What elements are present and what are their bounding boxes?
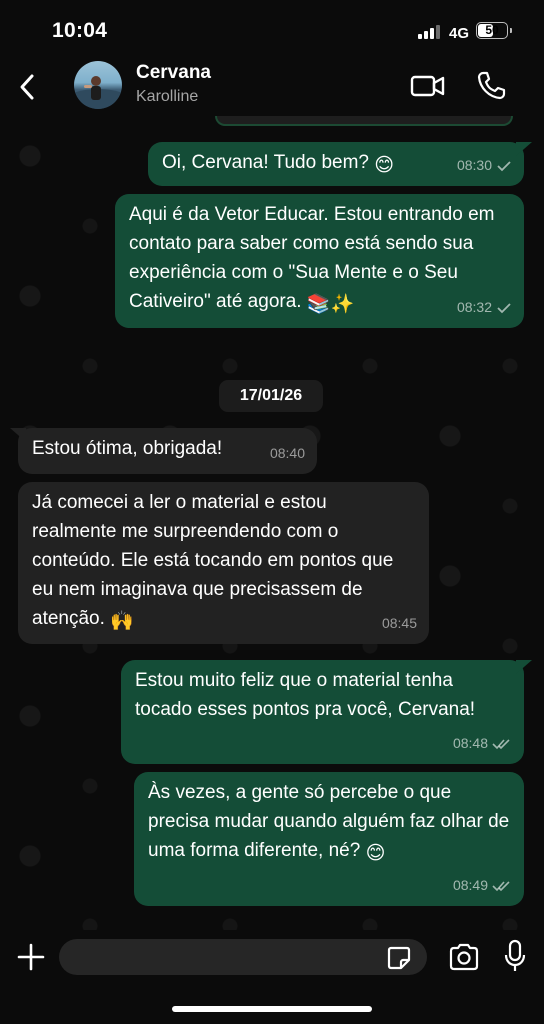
message-outgoing[interactable]: Às vezes, a gente só percebe o que preci…	[134, 772, 524, 906]
microphone-icon[interactable]	[504, 939, 526, 973]
camera-icon[interactable]	[448, 942, 480, 972]
message-meta: 08:48	[453, 729, 512, 758]
chat-header: Cervana Karolline	[0, 58, 544, 116]
message-incoming[interactable]: Já comecei a ler o material e estou real…	[18, 482, 429, 644]
emoji: 😊	[365, 843, 386, 864]
message-meta: 08:49	[453, 871, 512, 900]
message-meta: 08:45	[382, 609, 417, 638]
contact-subtitle: Karolline	[136, 88, 199, 105]
message-outgoing[interactable]: Estou muito feliz que o material tenha t…	[121, 660, 532, 764]
composer-bar	[0, 930, 544, 1024]
avatar-photo-icon	[74, 76, 122, 109]
message-text: Oi, Cervana! Tudo bem? 😊	[162, 152, 394, 176]
message-time: 08:48	[452, 735, 488, 751]
message-meta: 08:32	[457, 293, 512, 322]
sticker-icon[interactable]	[386, 945, 412, 971]
message-outgoing[interactable]: Aqui é da Vetor Educar. Estou entrando e…	[115, 194, 524, 328]
single-check-icon	[497, 302, 511, 313]
double-check-icon	[492, 738, 510, 749]
previous-media-message[interactable]	[215, 116, 513, 126]
message-text: Aqui é da Vetor Educar. Estou entrando e…	[129, 204, 494, 315]
message-time: 08:40	[269, 445, 305, 461]
network-type: 4G	[449, 25, 470, 42]
video-call-icon[interactable]	[410, 72, 446, 100]
back-arrow-icon[interactable]	[16, 72, 40, 102]
double-check-icon	[492, 880, 510, 891]
avatar[interactable]	[74, 61, 122, 109]
message-input[interactable]	[59, 939, 427, 975]
bubble-tail	[10, 428, 26, 442]
message-outgoing[interactable]: Oi, Cervana! Tudo bem? 😊 08:30	[148, 142, 532, 186]
attach-plus-icon[interactable]	[16, 942, 46, 972]
home-indicator	[172, 1006, 372, 1012]
status-time: 10:04	[52, 19, 108, 42]
battery-level: 50	[485, 23, 499, 37]
message-list[interactable]: Oi, Cervana! Tudo bem? 😊 08:30 Aqui é da…	[0, 116, 544, 930]
message-text: Às vezes, a gente só percebe o que preci…	[148, 782, 509, 864]
message-meta: 08:40	[270, 439, 305, 468]
contact-name[interactable]: Cervana	[136, 62, 211, 84]
bubble-tail	[516, 660, 532, 674]
emoji: 😊	[374, 155, 395, 176]
date-divider: 17/01/26	[219, 380, 323, 412]
single-check-icon	[497, 160, 511, 171]
message-meta: 08:30	[457, 151, 512, 180]
message-time: 08:49	[452, 877, 488, 893]
message-time: 08:30	[456, 157, 492, 173]
message-text: Estou ótima, obrigada!	[32, 438, 223, 459]
message-incoming[interactable]: Estou ótima, obrigada! 08:40	[10, 428, 317, 474]
battery-icon: 50	[476, 22, 512, 39]
status-bar: 10:04 4G 50	[0, 0, 544, 58]
message-text: Estou muito feliz que o material tenha t…	[135, 670, 476, 720]
message-text: Já comecei a ler o material e estou real…	[32, 492, 393, 632]
bubble-tail	[516, 142, 532, 156]
emoji: 🙌	[110, 611, 134, 632]
signal-icon	[418, 25, 440, 39]
message-time: 08:32	[456, 299, 492, 315]
emoji: 📚✨	[306, 294, 355, 315]
message-time: 08:45	[381, 615, 417, 631]
voice-call-icon[interactable]	[476, 70, 506, 100]
